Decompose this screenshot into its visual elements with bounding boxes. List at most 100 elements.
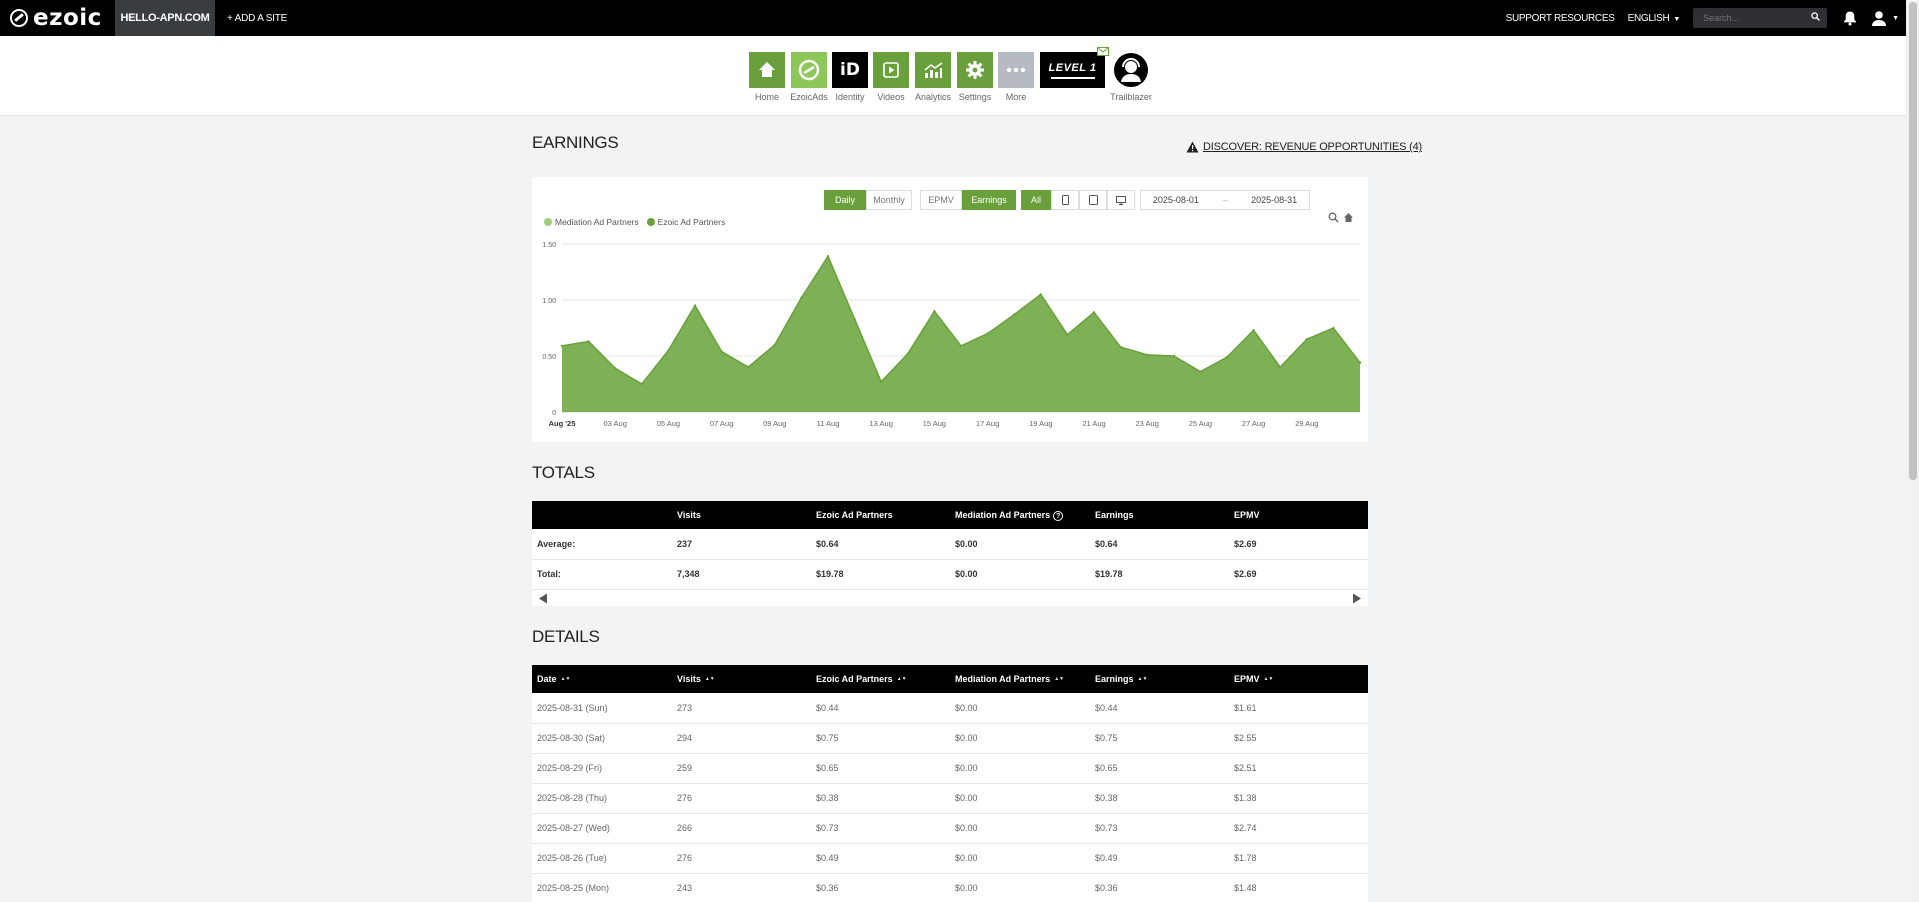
- sort-arrows-icon[interactable]: ▲▼: [1054, 677, 1064, 682]
- table-cell: $0.00: [950, 559, 1090, 590]
- data-point: [720, 350, 723, 353]
- data-point: [667, 349, 670, 352]
- logo-mark-icon: [10, 9, 28, 27]
- data-point: [1039, 293, 1042, 296]
- trailblazer-icon: [1113, 52, 1149, 88]
- column-header-label: Mediation Ad Partners: [955, 509, 1051, 520]
- search-input[interactable]: [1693, 8, 1828, 28]
- data-point: [800, 296, 803, 299]
- bell-icon[interactable]: [1842, 10, 1858, 26]
- details-table-wrap: Date ▲▼ Visits ▲▼ Ezoic Ad Partners ▲▼ Mediati…: [532, 665, 1368, 902]
- column-header: Mediation Ad Partners?: [950, 501, 1090, 529]
- table-cell: $0.73: [1090, 813, 1229, 844]
- nav-more[interactable]: More: [998, 52, 1034, 102]
- add-site-link[interactable]: + ADD A SITE: [227, 13, 287, 24]
- current-site-tab[interactable]: HELLO-APN.COM: [115, 0, 215, 36]
- details-title: DETAILS: [532, 627, 600, 646]
- table-cell: $0.73: [811, 813, 950, 844]
- x-tick-label: 15 Aug: [923, 419, 946, 428]
- scroll-left-arrow-icon[interactable]: [538, 593, 548, 604]
- column-header-label: EPMV: [1234, 510, 1260, 520]
- totals-horizontal-scroll[interactable]: [532, 590, 1368, 606]
- envelope-icon[interactable]: [1097, 47, 1109, 56]
- table-cell: $0.44: [1090, 693, 1229, 724]
- help-icon[interactable]: ?: [1053, 510, 1064, 521]
- support-resources-link[interactable]: SUPPORT RESOURCES: [1506, 13, 1615, 24]
- sort-arrows-icon[interactable]: ▲▼: [1264, 677, 1274, 682]
- discover-revenue-link[interactable]: DISCOVER: REVENUE OPPORTUNITIES (4): [1186, 141, 1422, 153]
- table-cell: 2025-08-29 (Fri): [532, 753, 672, 784]
- user-menu-chevron-icon[interactable]: ▼: [1892, 15, 1899, 22]
- sort-arrows-icon[interactable]: ▲▼: [1138, 677, 1148, 682]
- x-tick-label: 07 Aug: [710, 419, 733, 428]
- nav-label: Trailblazer: [1110, 92, 1152, 102]
- search-icon[interactable]: [1811, 12, 1820, 21]
- data-point: [1252, 329, 1255, 332]
- language-label: ENGLISH: [1627, 12, 1670, 24]
- data-point: [1279, 366, 1282, 369]
- table-cell: $0.00: [950, 873, 1090, 902]
- table-cell: 273: [672, 693, 811, 724]
- table-cell: 243: [672, 873, 811, 902]
- x-tick-label: 17 Aug: [976, 419, 999, 428]
- table-cell: $0.00: [950, 723, 1090, 754]
- data-point: [1146, 353, 1149, 357]
- column-header[interactable]: Date ▲▼: [532, 665, 672, 693]
- table-cell: $19.78: [811, 559, 950, 590]
- table-cell: 2025-08-31 (Sun): [532, 693, 672, 724]
- column-header[interactable]: Earnings ▲▼: [1090, 665, 1229, 693]
- table-cell: $0.49: [1090, 843, 1229, 874]
- nav-level-badge[interactable]: LEVEL 1: [1040, 47, 1109, 88]
- series-area-ezoic: [562, 256, 1360, 412]
- ezoic-logo[interactable]: ezoic: [0, 0, 115, 36]
- table-cell: Average:: [532, 529, 672, 560]
- column-header-label: Date: [537, 674, 557, 684]
- sort-arrows-icon[interactable]: ▲▼: [705, 677, 715, 682]
- column-header[interactable]: Mediation Ad Partners ▲▼: [950, 665, 1090, 693]
- column-header-label: Visits: [677, 674, 701, 684]
- details-header-row: Date ▲▼ Visits ▲▼ Ezoic Ad Partners ▲▼ Mediati…: [532, 665, 1368, 693]
- language-dropdown[interactable]: ENGLISH ▼: [1627, 12, 1681, 24]
- column-header-label: Visits: [677, 510, 701, 520]
- table-cell: $0.00: [950, 753, 1090, 784]
- table-cell: 2025-08-25 (Mon): [532, 873, 672, 902]
- data-point: [640, 382, 643, 386]
- table-cell: $0.65: [811, 753, 950, 784]
- table-cell: $1.48: [1229, 873, 1368, 902]
- table-cell: $19.78: [1090, 559, 1229, 590]
- user-avatar-icon[interactable]: [1870, 9, 1888, 27]
- scrollbar-thumb[interactable]: [1909, 2, 1917, 480]
- column-header: Ezoic Ad Partners: [811, 501, 950, 529]
- table-cell: 294: [672, 723, 811, 754]
- data-point: [959, 344, 963, 348]
- data-point: [747, 366, 750, 369]
- table-row: 2025-08-27 (Wed) 266 $0.73 $0.00 $0.73 $2.74: [532, 813, 1368, 844]
- x-tick-label: 05 Aug: [657, 419, 680, 428]
- column-header[interactable]: Ezoic Ad Partners ▲▼: [811, 665, 950, 693]
- earnings-chart-card: Daily Monthly EPMV Earnings All 2025-08-…: [532, 177, 1368, 442]
- table-cell: 276: [672, 783, 811, 814]
- nav-trailblazer[interactable]: Trailblazer: [1110, 52, 1152, 102]
- page-vertical-scrollbar[interactable]: [1906, 0, 1919, 902]
- table-cell: 237: [672, 529, 811, 560]
- table-cell: $0.00: [950, 529, 1090, 560]
- data-point: [933, 310, 936, 313]
- scroll-right-arrow-icon[interactable]: [1352, 593, 1362, 604]
- table-cell: $0.36: [1090, 873, 1229, 902]
- x-tick-label: 13 Aug: [870, 419, 893, 428]
- data-point: [906, 352, 909, 355]
- table-cell: $2.69: [1229, 529, 1368, 560]
- column-header-label: Earnings: [1095, 674, 1134, 684]
- column-header-label: Ezoic Ad Partners: [816, 510, 893, 520]
- column-header[interactable]: EPMV ▲▼: [1229, 665, 1368, 693]
- table-cell: 2025-08-30 (Sat): [532, 723, 672, 754]
- x-tick-label: 03 Aug: [604, 419, 627, 428]
- data-point: [1119, 345, 1122, 349]
- level-badge-text: LEVEL 1: [1048, 61, 1097, 74]
- y-tick-label: 1.50: [542, 242, 556, 249]
- table-cell: $2.55: [1229, 723, 1368, 754]
- sort-arrows-icon[interactable]: ▲▼: [897, 677, 907, 682]
- column-header: EPMV: [1229, 501, 1368, 529]
- column-header[interactable]: Visits ▲▼: [672, 665, 811, 693]
- sort-arrows-icon[interactable]: ▲▼: [561, 677, 571, 682]
